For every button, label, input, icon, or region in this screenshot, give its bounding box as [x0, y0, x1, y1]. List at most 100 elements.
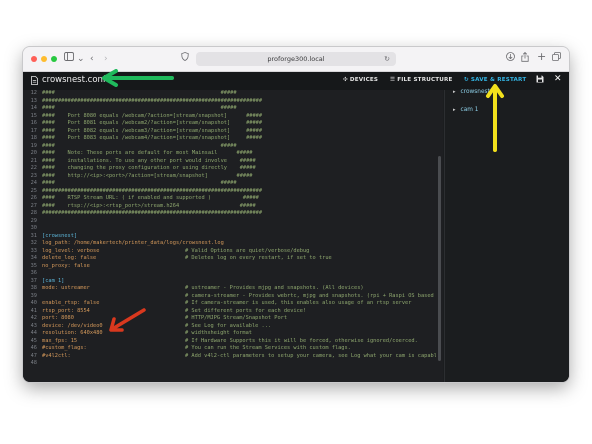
sidebar-icon[interactable] [64, 52, 74, 66]
code-line[interactable]: 29 [23, 218, 443, 226]
file-icon [31, 76, 38, 87]
tabs-icon[interactable] [552, 52, 561, 66]
config-comment: # Add v4l2-ctl parameters to setup your … [185, 352, 443, 359]
minimize-window-button[interactable] [41, 56, 47, 62]
config-entry: port: 8080 # HTTP/MJPG Stream/Snapshot Po… [42, 315, 287, 323]
comment-line: #### ##### [42, 105, 237, 111]
forward-icon[interactable]: › [104, 52, 108, 66]
code-line[interactable]: 46 #custom_flags: # You can run the Stream… [23, 345, 443, 353]
code-line[interactable]: 17 #### Port 8082 equals /webcam3/?action… [23, 128, 443, 136]
code-line[interactable]: 34 delete_log: false # Deletes log on ever… [23, 255, 443, 263]
file-structure-panel: ▸ crowsnest ▸ cam 1 [444, 89, 569, 382]
code-line[interactable]: 39 # camera-streamer - Provides webrtc, m… [23, 293, 443, 301]
editor-scrollbar-thumb[interactable] [438, 156, 441, 361]
code-line[interactable]: 30 [23, 225, 443, 233]
code-line[interactable]: 32 log_path: /home/makertech/printer_data… [23, 240, 443, 248]
code-line[interactable]: 13 ######################################… [23, 98, 443, 106]
code-line[interactable]: 36 [23, 270, 443, 278]
line-number: 47 [30, 352, 37, 359]
code-line[interactable]: 45 max_fps: 15 # If Hardware Supports this… [23, 338, 443, 346]
comment-line: #### Port 8080 equals /webcam/?action=[s… [42, 112, 263, 119]
chevron-right-icon: ▸ [453, 107, 456, 113]
code-line[interactable]: 14 #### ##### [23, 105, 443, 113]
share-icon[interactable] [521, 51, 529, 67]
reload-icon[interactable]: ↻ [384, 52, 390, 66]
config-comment: # ustreamer - Provides mjpg and snapshot… [185, 285, 364, 291]
config-entry: rtsp_port: 8554 # Set different ports for… [42, 308, 306, 316]
comment-line: #### Port 8082 equals /webcam3/?action=[… [42, 127, 263, 134]
config-key-value: #custom_flags: [42, 345, 87, 351]
code-line[interactable]: 18 #### Port 8083 equals /webcam4/?action… [23, 135, 443, 143]
code-editor[interactable]: 12 #### ##### 13 ##########################… [23, 90, 443, 382]
code-line[interactable]: 48 [23, 360, 443, 368]
code-line[interactable]: 23 #### http://<ip>:<port>/?action=[strea… [23, 173, 443, 181]
line-number: 40 [30, 300, 37, 306]
sidebar-item-cam-1[interactable]: ▸ cam 1 [453, 107, 478, 113]
line-number: 13 [30, 97, 37, 104]
code-line[interactable]: 24 #### ##### [23, 180, 443, 188]
address-bar[interactable]: proforge300.local ↻ [196, 52, 396, 66]
code-line[interactable]: 26 #### RTSP Stream URL: ( if enabled and… [23, 195, 443, 203]
download-icon[interactable] [506, 52, 515, 66]
back-icon[interactable]: ‹ [90, 52, 94, 66]
code-line[interactable]: 20 #### Note: These ports are default for… [23, 150, 443, 158]
code-line[interactable]: 33 log_level: verbose # Valid Options are … [23, 248, 443, 256]
code-line[interactable]: 19 #### ##### [23, 143, 443, 151]
line-number: 35 [30, 262, 37, 269]
config-entry: log_level: verbose # Valid Options are qu… [42, 248, 309, 256]
line-number: 42 [30, 315, 37, 321]
config-key-value: max_fps: 15 [42, 337, 78, 344]
chevron-down-icon[interactable]: ⌄ [77, 52, 85, 66]
comment-line: #### ##### [42, 180, 237, 186]
devices-button[interactable]: ✣ DEVICES [343, 77, 378, 83]
code-line[interactable]: 42 port: 8080 # HTTP/MJPG Stream/Snapshot … [23, 315, 443, 323]
new-tab-icon[interactable]: + [537, 50, 546, 64]
code-line[interactable]: 12 #### ##### [23, 90, 443, 98]
line-number: 16 [30, 120, 37, 126]
line-number: 22 [30, 165, 37, 171]
code-line[interactable]: 47 #v4l2ctl: # Add v4l2-ctl parameters to … [23, 353, 443, 361]
comment-line: ########################################… [42, 97, 263, 104]
code-line[interactable]: 43 device: /dev/video0 # See Log for avail… [23, 323, 443, 331]
config-key-value: log_level: verbose [42, 247, 100, 254]
comment-line: ########################################… [42, 210, 263, 216]
config-key-value: log_path: /home/makertech/printer_data/l… [42, 240, 224, 246]
code-line[interactable]: 27 #### rtsp://<ip>:<rtsp_port>/stream.h2… [23, 203, 443, 211]
line-number: 32 [30, 240, 37, 246]
line-number: 39 [30, 292, 37, 299]
code-line[interactable]: 37 [cam 1] [23, 278, 443, 286]
line-number: 19 [30, 142, 37, 149]
save-icon[interactable] [536, 75, 544, 85]
code-line[interactable]: 21 #### installations. To use any other p… [23, 158, 443, 166]
comment-line: #### Note: These ports are default for m… [42, 150, 253, 156]
code-line[interactable]: 41 rtsp_port: 8554 # Set different ports f… [23, 308, 443, 316]
config-comment: # Valid Options are quiet/verbose/debug [185, 247, 310, 254]
config-key-value: #v4l2ctl: [42, 352, 71, 359]
file-structure-button[interactable]: ☰ FILE STRUCTURE [390, 77, 453, 83]
config-comment: # You can run the Stream Services with c… [185, 345, 351, 351]
line-number: 29 [30, 217, 37, 224]
config-entry: no_proxy: false [42, 263, 185, 271]
code-line[interactable]: 28 ######################################… [23, 210, 443, 218]
shield-icon[interactable] [181, 52, 189, 66]
code-line[interactable]: 40 enable_rtsp: false # If camera-streamer… [23, 300, 443, 308]
line-number: 18 [30, 135, 37, 141]
code-line[interactable]: 35 no_proxy: false [23, 263, 443, 271]
line-number: 38 [30, 285, 37, 291]
line-number: 25 [30, 187, 37, 194]
close-window-button[interactable] [31, 56, 37, 62]
code-line[interactable]: 38 mode: ustreamer # ustreamer - Provides … [23, 285, 443, 293]
config-key-value: delete_log: false [42, 255, 97, 261]
close-icon[interactable]: ✕ [554, 74, 562, 84]
config-key-value: no_proxy: false [42, 262, 90, 269]
zoom-window-button[interactable] [51, 56, 57, 62]
comment-line: #### http://<ip>:<port>/?action=[stream/… [42, 172, 253, 179]
line-number: 45 [30, 337, 37, 344]
code-line[interactable]: 31 [crowsnest] [23, 233, 443, 241]
code-line[interactable]: 25 ######################################… [23, 188, 443, 196]
code-line[interactable]: 22 #### changing the proxy configuration … [23, 165, 443, 173]
comment-line: #### installations. To use any other por… [42, 157, 256, 164]
code-line[interactable]: 15 #### Port 8080 equals /webcam/?action=… [23, 113, 443, 121]
code-line[interactable]: 44 resolution: 640x480 # widthxheight form… [23, 330, 443, 338]
code-line[interactable]: 16 #### Port 8081 equals /webcam2/?action… [23, 120, 443, 128]
